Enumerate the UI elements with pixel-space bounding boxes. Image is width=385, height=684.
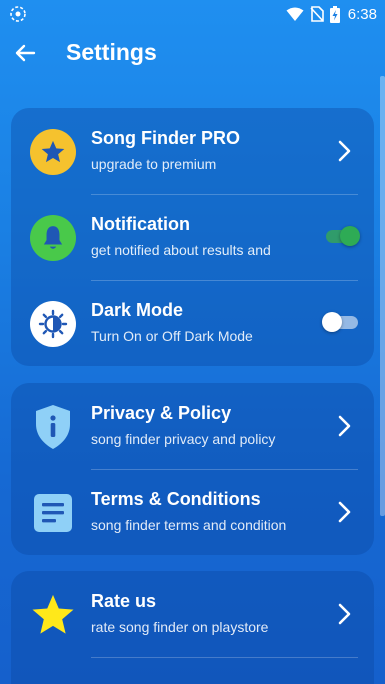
shield-info-icon xyxy=(30,404,76,450)
setting-subtitle: Turn On or Off Dark Mode xyxy=(91,328,253,344)
no-sim-icon xyxy=(310,6,324,22)
setting-row-notification[interactable]: Notification get notified about results … xyxy=(11,194,374,280)
setting-row-pro[interactable]: Song Finder PRO upgrade to premium xyxy=(11,108,374,194)
chevron-right-icon xyxy=(338,140,351,162)
status-icons: 6:38 xyxy=(286,5,377,23)
arrow-left-icon xyxy=(15,44,36,62)
document-icon xyxy=(30,490,76,536)
status-time: 6:38 xyxy=(347,5,377,23)
setting-title: Terms & Conditions xyxy=(91,489,261,509)
setting-title: Song Finder PRO xyxy=(91,128,241,148)
toggle-thumb xyxy=(322,312,342,332)
setting-subtitle: song finder terms and condition xyxy=(91,517,287,533)
toggle-thumb xyxy=(340,226,360,246)
setting-title: Rate us xyxy=(91,591,157,611)
chevron-right-icon xyxy=(338,603,351,625)
divider xyxy=(91,657,358,658)
wifi-icon xyxy=(286,7,304,21)
setting-title: Notification xyxy=(91,214,190,234)
setting-subtitle: song finder privacy and policy xyxy=(91,431,276,447)
star-badge-icon xyxy=(30,129,76,175)
setting-subtitle: rate song finder on playstore xyxy=(91,619,269,635)
setting-row-rate-us[interactable]: Rate us rate song finder on playstore xyxy=(11,571,374,657)
notification-toggle[interactable] xyxy=(324,226,360,246)
setting-subtitle: get notified about results and xyxy=(91,242,271,258)
battery-charging-icon xyxy=(329,5,340,23)
scrollbar[interactable] xyxy=(380,76,385,516)
setting-row-dark-mode[interactable]: Dark Mode Turn On or Off Dark Mode xyxy=(11,280,374,366)
back-button[interactable] xyxy=(10,38,40,68)
brightness-icon xyxy=(30,301,76,347)
setting-title: Privacy & Policy xyxy=(91,403,232,423)
sync-icon xyxy=(10,6,26,22)
star-icon xyxy=(30,592,76,638)
setting-subtitle: upgrade to premium xyxy=(91,156,217,172)
setting-row-terms[interactable]: Terms & Conditions song finder terms and… xyxy=(11,469,374,555)
settings-group-general: Song Finder PRO upgrade to premium Notif… xyxy=(11,108,374,366)
settings-group-feedback: Rate us rate song finder on playstore xyxy=(11,571,374,684)
app-bar: Settings xyxy=(0,28,385,80)
dark-mode-toggle[interactable] xyxy=(322,312,358,332)
chevron-right-icon xyxy=(338,501,351,523)
settings-group-legal: Privacy & Policy song finder privacy and… xyxy=(11,383,374,555)
setting-row-privacy[interactable]: Privacy & Policy song finder privacy and… xyxy=(11,383,374,469)
status-bar: 6:38 xyxy=(0,0,385,28)
page-title: Settings xyxy=(66,39,157,65)
bell-icon xyxy=(30,215,76,261)
setting-title: Dark Mode xyxy=(91,300,184,320)
chevron-right-icon xyxy=(338,415,351,437)
